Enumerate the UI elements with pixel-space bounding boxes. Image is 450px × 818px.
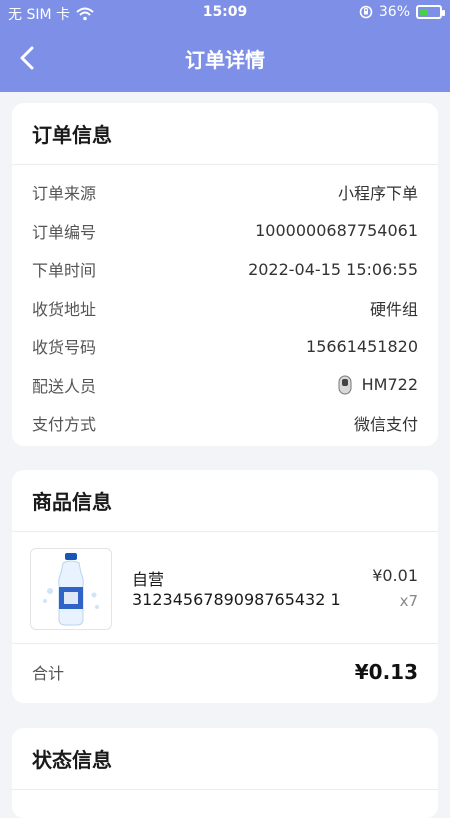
- info-value: 1000000687754061: [255, 221, 418, 241]
- product-price: ¥0.01: [372, 566, 418, 585]
- product-name: 自营: [132, 570, 165, 589]
- info-value: 2022-04-15 15:06:55: [248, 259, 418, 279]
- order-info-title: 订单信息: [12, 103, 438, 165]
- info-value: 微信支付: [353, 415, 418, 435]
- status-info-title: 状态信息: [12, 728, 438, 790]
- info-row-courier: 配送人员 HM722: [32, 366, 418, 405]
- info-label: 订单来源: [32, 184, 97, 204]
- info-value: 硬件组: [369, 299, 418, 319]
- battery-fill: [420, 9, 428, 15]
- courier-value: HM722: [336, 374, 418, 396]
- courier-name: HM722: [361, 375, 418, 395]
- product-info-card: 商品信息 自营 3123456789098765432 1 ¥0.01 x7 合…: [12, 470, 438, 703]
- info-label: 订单编号: [32, 222, 97, 242]
- total-label: 合计: [32, 664, 65, 683]
- product-row[interactable]: 自营 3123456789098765432 1 ¥0.01 x7: [12, 532, 438, 644]
- product-sku: 3123456789098765432 1: [132, 590, 341, 609]
- status-info-card: 状态信息: [12, 728, 438, 818]
- info-row-source: 订单来源 小程序下单: [32, 173, 418, 212]
- info-row-payment: 支付方式 微信支付: [32, 404, 418, 443]
- rotation-lock-icon: [359, 5, 373, 19]
- info-label: 收货号码: [32, 338, 97, 358]
- info-row-order-number: 订单编号 1000000687754061: [32, 212, 418, 251]
- battery-percent: 36%: [378, 4, 410, 20]
- robot-icon: [338, 375, 352, 395]
- total-row: 合计 ¥0.13: [12, 644, 438, 700]
- total-value: ¥0.13: [354, 660, 418, 684]
- info-label: 配送人员: [32, 376, 97, 396]
- page-title: 订单详情: [185, 48, 265, 72]
- order-info-card: 订单信息 订单来源 小程序下单 订单编号 1000000687754061 下单…: [12, 103, 438, 446]
- info-value: 小程序下单: [337, 184, 418, 204]
- info-label: 下单时间: [32, 261, 97, 281]
- battery-icon: [416, 5, 445, 19]
- order-info-rows: 订单来源 小程序下单 订单编号 1000000687754061 下单时间 20…: [12, 165, 438, 443]
- info-label: 支付方式: [32, 415, 97, 435]
- header: 无 SIM 卡 15:09 36% 订单详情: [0, 0, 450, 92]
- info-row-order-time: 下单时间 2022-04-15 15:06:55: [32, 250, 418, 289]
- product-image: [30, 548, 112, 630]
- product-quantity: x7: [399, 592, 418, 610]
- info-label: 收货地址: [32, 299, 97, 319]
- info-row-address: 收货地址 硬件组: [32, 289, 418, 328]
- nav-bar: 订单详情: [0, 24, 450, 92]
- water-bottle-icon: [43, 553, 99, 626]
- info-value: 15661451820: [306, 336, 418, 356]
- status-right: 36%: [359, 4, 445, 20]
- status-bar: 无 SIM 卡 15:09 36%: [0, 0, 450, 24]
- product-info-title: 商品信息: [12, 470, 438, 532]
- info-row-phone: 收货号码 15661451820: [32, 327, 418, 366]
